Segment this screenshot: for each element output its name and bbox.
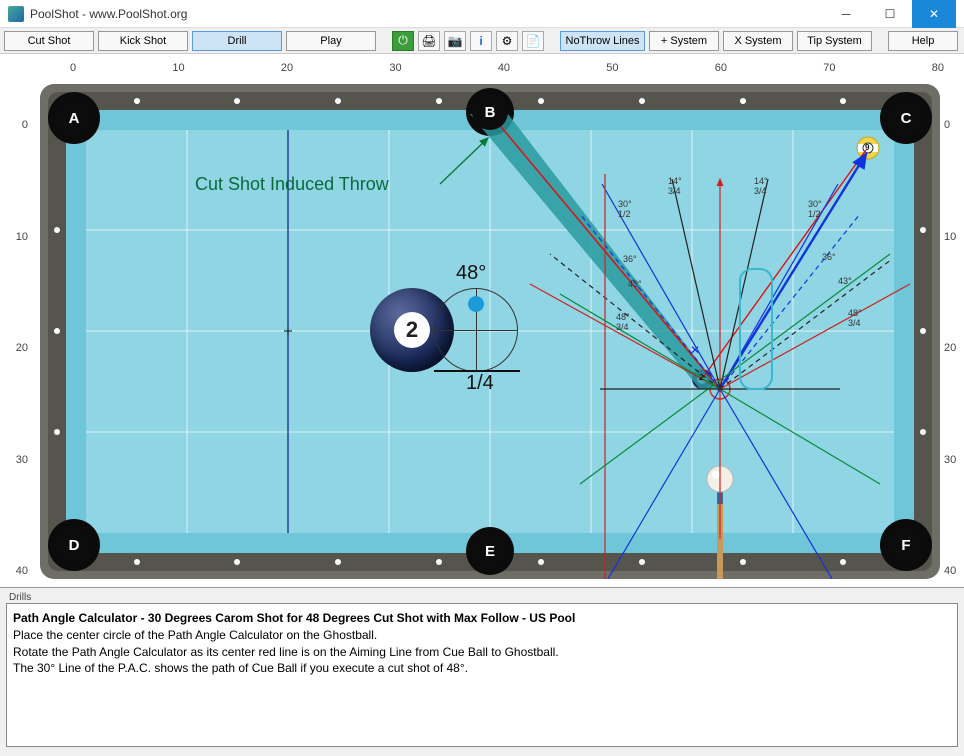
pocket-a: A xyxy=(56,100,92,136)
drill-line-2: Rotate the Path Angle Calculator as its … xyxy=(13,644,951,661)
lbl-43l: 43° xyxy=(628,279,642,289)
tip-system-button[interactable]: Tip System xyxy=(797,31,872,51)
english-dot xyxy=(468,296,484,312)
inset-underline xyxy=(434,370,520,372)
help-button[interactable]: Help xyxy=(888,31,958,51)
drill-title: Path Angle Calculator - 30 Degrees Carom… xyxy=(13,610,951,627)
ruler-right: 010203040 xyxy=(944,119,960,577)
pocket-f: F xyxy=(888,527,924,563)
no-throw-button[interactable]: NoThrow Lines xyxy=(560,31,645,51)
lbl-48r: 48°3/4 xyxy=(848,308,862,328)
close-button[interactable]: ✕ xyxy=(912,0,956,28)
svg-text:✕: ✕ xyxy=(690,343,700,357)
minimize-button[interactable]: ─ xyxy=(824,0,868,28)
lbl-43r: 43° xyxy=(838,276,852,286)
inset-angle: 48° xyxy=(456,262,486,285)
obj-ball-2: 2 xyxy=(699,373,703,382)
lbl-36l: 36° xyxy=(623,254,637,264)
pocket-b: B xyxy=(472,94,508,130)
play-button[interactable]: Play xyxy=(286,31,376,51)
drill-line-1: Place the center circle of the Path Angl… xyxy=(13,627,951,644)
lbl-48l: 48°3/4 xyxy=(616,312,630,332)
english-inset: 2 48° 1/4 xyxy=(370,274,570,414)
plus-system-button[interactable]: + System xyxy=(649,31,719,51)
x-system-button[interactable]: X System xyxy=(723,31,793,51)
info-icon[interactable]: i xyxy=(470,31,492,51)
drill-line-3: The 30° Line of the P.A.C. shows the pat… xyxy=(13,660,951,677)
lbl-36r: 36° xyxy=(822,252,836,262)
kick-shot-button[interactable]: Kick Shot xyxy=(98,31,188,51)
pool-table[interactable]: ✕ A B C D E F Cut Shot Induced Throw 2 4… xyxy=(40,84,940,579)
drill-button[interactable]: Drill xyxy=(192,31,282,51)
titlebar: PoolShot - www.PoolShot.org ─ ☐ ✕ xyxy=(0,0,964,28)
lbl-30l: 30°1/2 xyxy=(618,199,632,219)
camera-icon[interactable]: 📷 xyxy=(444,31,466,51)
lbl-30r: 30°1/2 xyxy=(808,199,822,219)
ruler-top: 01020304050607080 xyxy=(70,62,944,74)
diagram-area[interactable]: 01020304050607080 010203040 010203040 xyxy=(0,54,964,588)
toolbar: Cut Shot Kick Shot Drill Play ⏻ 🖨 📷 i ⚙ … xyxy=(0,28,964,54)
lbl-14r: 14°3/4 xyxy=(754,176,768,196)
gear-icon[interactable]: ⚙ xyxy=(496,31,518,51)
drills-tab[interactable]: Drills xyxy=(6,592,958,603)
pocket-d: D xyxy=(56,527,92,563)
ruler-left: 010203040 xyxy=(12,119,28,577)
cut-shot-button[interactable]: Cut Shot xyxy=(4,31,94,51)
maximize-button[interactable]: ☐ xyxy=(868,0,912,28)
drills-body: Path Angle Calculator - 30 Degrees Carom… xyxy=(6,603,958,747)
app-icon xyxy=(8,6,24,22)
pocket-c: C xyxy=(888,100,924,136)
window-title: PoolShot - www.PoolShot.org xyxy=(30,7,824,21)
throw-annotation: Cut Shot Induced Throw xyxy=(195,174,389,195)
obj-ball-9: 9 xyxy=(865,143,869,152)
pocket-e: E xyxy=(472,533,508,569)
power-icon[interactable]: ⏻ xyxy=(392,31,414,51)
print-icon[interactable]: 🖨 xyxy=(418,31,440,51)
inset-fraction: 1/4 xyxy=(466,372,494,395)
doc-icon[interactable]: 📄 xyxy=(522,31,544,51)
lbl-14l: 14°3/4 xyxy=(668,176,682,196)
drills-panel: Drills Path Angle Calculator - 30 Degree… xyxy=(6,592,958,750)
